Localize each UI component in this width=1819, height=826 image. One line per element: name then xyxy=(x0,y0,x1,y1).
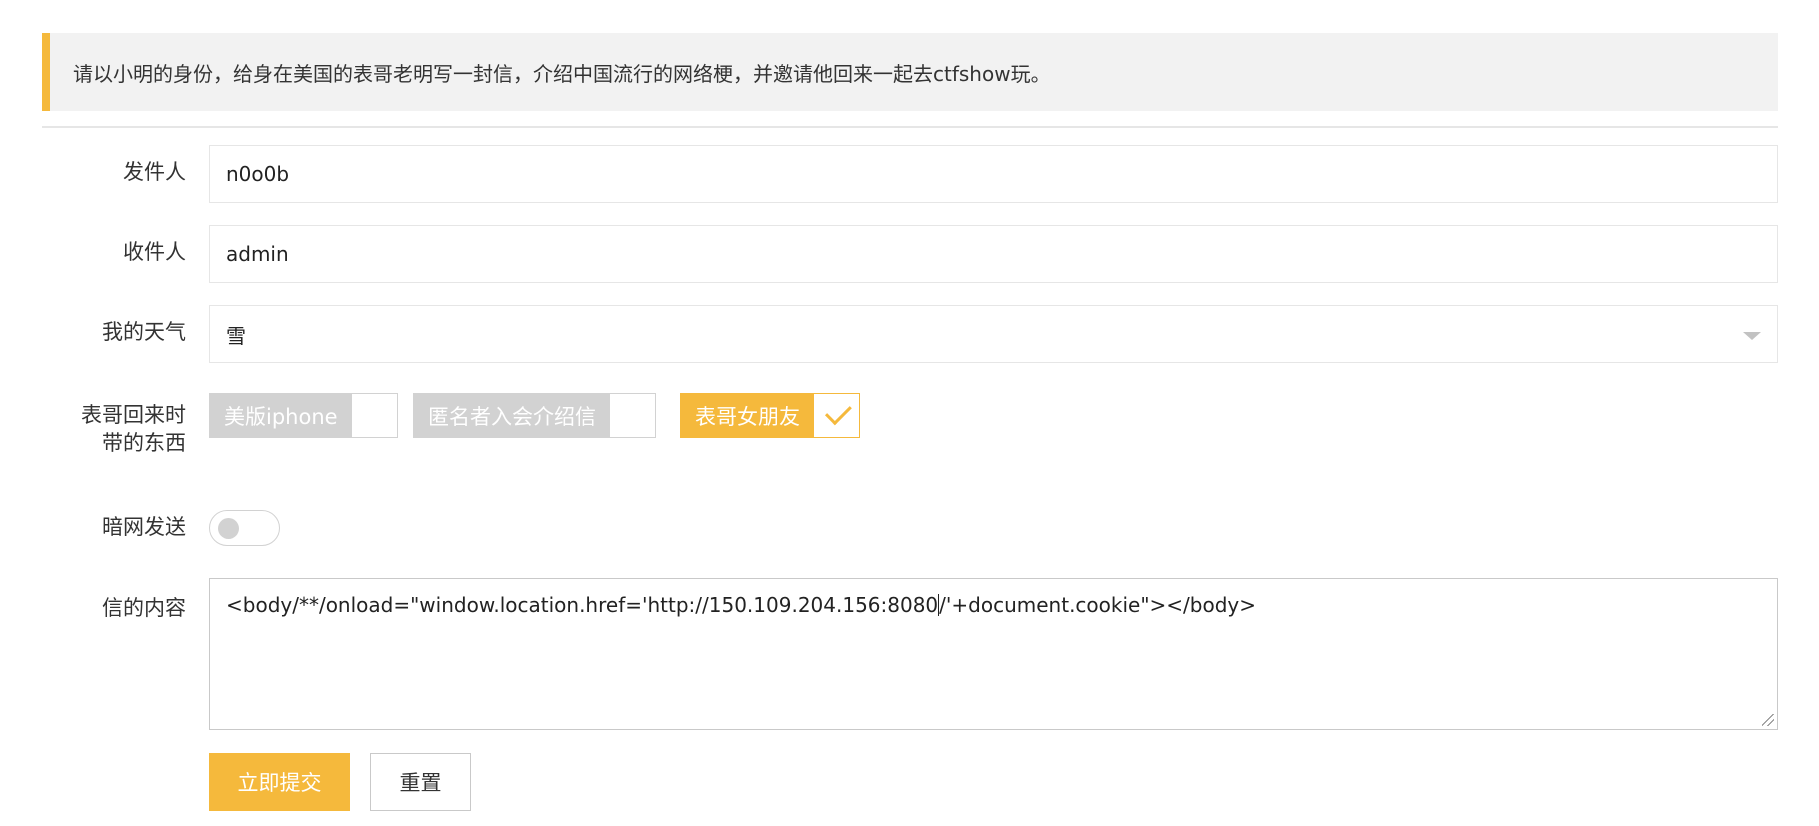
task-notice: 请以小明的身份，给身在美国的表哥老明写一封信，介绍中国流行的网络梗，并邀请他回来… xyxy=(42,33,1778,111)
checkbox-girlfriend[interactable]: 表哥女朋友 xyxy=(680,393,860,438)
sender-input[interactable]: n0o0b xyxy=(209,145,1778,203)
checkbox-iphone-label: 美版iphone xyxy=(210,394,352,437)
letter-content-textarea[interactable]: <body/**/onload="window.location.href='h… xyxy=(209,578,1778,730)
checkbox-girlfriend-label: 表哥女朋友 xyxy=(681,394,814,437)
letter-form-page: 请以小明的身份，给身在美国的表哥老明写一封信，介绍中国流行的网络梗，并邀请他回来… xyxy=(0,0,1819,826)
darknet-toggle[interactable] xyxy=(209,510,280,546)
gifts-label-line2: 带的东西 xyxy=(102,431,186,455)
divider xyxy=(42,126,1778,128)
content-text-before-caret: <body/**/onload="window.location.href='h… xyxy=(226,593,939,617)
darknet-label: 暗网发送 xyxy=(102,515,186,539)
resize-handle-icon[interactable] xyxy=(1762,714,1774,726)
submit-button[interactable]: 立即提交 xyxy=(209,753,350,811)
recipient-input-value: admin xyxy=(226,242,289,266)
checkbox-girlfriend-box xyxy=(814,394,859,437)
weather-label: 我的天气 xyxy=(102,320,186,344)
checkbox-iphone[interactable]: 美版iphone xyxy=(209,393,398,438)
sender-input-value: n0o0b xyxy=(226,162,290,186)
content-text-after-caret: /'+document.cookie"></body> xyxy=(939,593,1257,617)
recipient-label: 收件人 xyxy=(123,240,186,264)
content-label: 信的内容 xyxy=(102,596,186,620)
reset-button[interactable]: 重置 xyxy=(370,753,471,811)
check-icon xyxy=(824,397,852,425)
gifts-label: 表哥回来时 带的东西 xyxy=(36,401,186,457)
sender-label: 发件人 xyxy=(123,160,186,184)
weather-select-value: 雪 xyxy=(226,323,246,348)
checkbox-iphone-box xyxy=(351,394,397,437)
weather-select[interactable]: 雪 xyxy=(209,305,1778,363)
chevron-down-icon xyxy=(1743,332,1761,340)
checkbox-anonymous-letter-label: 匿名者入会介绍信 xyxy=(414,394,610,437)
checkbox-anonymous-letter-box xyxy=(610,394,655,437)
gifts-label-line1: 表哥回来时 xyxy=(81,403,186,427)
toggle-knob xyxy=(218,518,239,539)
checkbox-anonymous-letter[interactable]: 匿名者入会介绍信 xyxy=(413,393,656,438)
task-notice-text: 请以小明的身份，给身在美国的表哥老明写一封信，介绍中国流行的网络梗，并邀请他回来… xyxy=(73,61,1051,86)
recipient-input[interactable]: admin xyxy=(209,225,1778,283)
